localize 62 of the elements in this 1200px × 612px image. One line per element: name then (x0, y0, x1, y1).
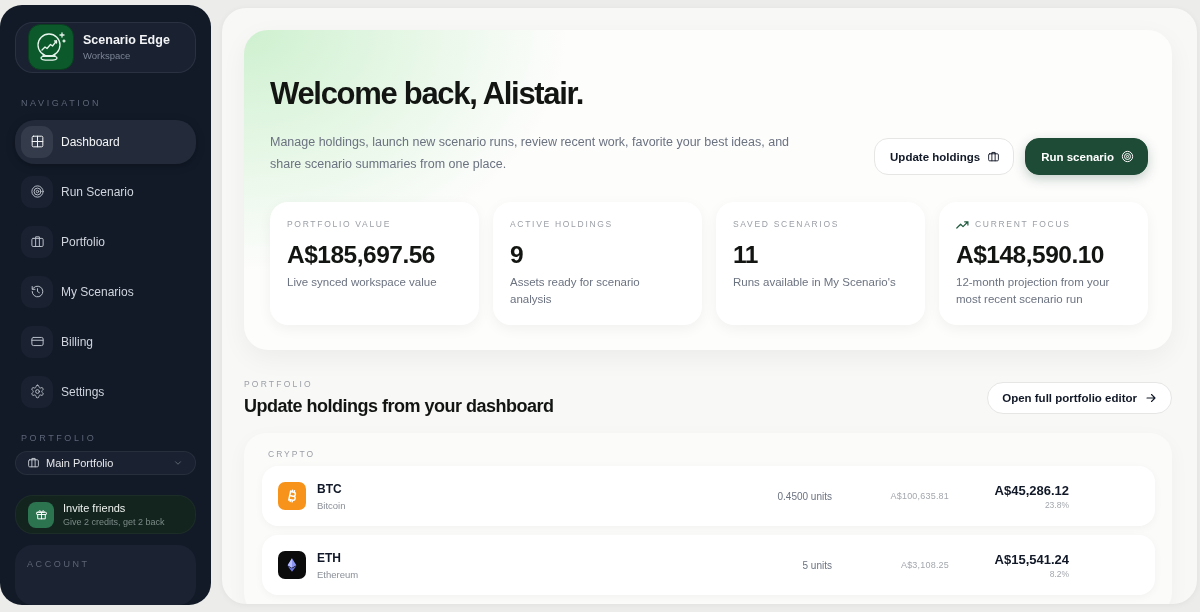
invite-subtitle: Give 2 credits, get 2 back (63, 517, 165, 527)
trending-up-icon (956, 219, 969, 229)
section-heading: NAVIGATION (20, 96, 103, 109)
portfolio-dropdown[interactable]: Main Portfolio (15, 450, 196, 475)
asset-name: Ethereum (317, 568, 360, 580)
nav-item[interactable]: Settings (15, 369, 196, 414)
holding-share: 8.2% (1049, 568, 1069, 579)
clock-icon (21, 275, 53, 308)
stat-value: A$185,697.56 (287, 241, 436, 269)
card-icon (21, 325, 53, 358)
stat-label: PORTFOLIO VALUE (287, 218, 392, 230)
asset-units: 5 units (801, 559, 832, 571)
stat-label: SAVED SCENARIOS (733, 218, 840, 230)
open-editor-button[interactable]: Open full portfolio editor (987, 382, 1172, 414)
section-heading: PORTFOLIO (20, 431, 98, 444)
stat-label: CURRENT FOCUS (975, 218, 1071, 230)
briefcase-icon (27, 456, 40, 470)
asset-price: A$100,635.81 (889, 491, 949, 501)
stat-note: Runs available in My Scenario's (733, 275, 897, 290)
update-holdings-button[interactable]: Update holdings (874, 138, 1015, 175)
stat-value: 11 (733, 241, 759, 269)
nav-item[interactable]: Billing (15, 319, 196, 364)
holding-row[interactable]: BTC Bitcoin 0.4500 units A$100,635.81 A$45,286.12 23.8% (262, 466, 1155, 526)
brand-card[interactable]: Scenario Edge Workspace (15, 22, 196, 73)
group-label: CRYPTO (267, 448, 317, 460)
asset-symbol: ETH (317, 550, 342, 565)
arrow-right-icon (1145, 392, 1157, 404)
stat-note: Live synced workspace value (287, 275, 438, 290)
holding-row[interactable]: ETH Ethereum 5 units A$3,108.25 A$15,541.24 8.2% (262, 535, 1155, 595)
invite-title: Invite friends (63, 502, 127, 514)
target-icon (21, 175, 53, 208)
stat-note: Assets ready for scenario analysis (510, 275, 641, 307)
nav-item[interactable]: My Scenarios (15, 269, 196, 314)
asset-symbol: BTC (317, 481, 343, 496)
run-scenario-button[interactable]: Run scenario (1025, 138, 1148, 175)
asset-name: Bitcoin (317, 499, 347, 511)
hero-description: Manage holdings, launch new scenario runs, review recent work, favorite your best ideas, and share scenario summaries from one place. (270, 134, 791, 173)
grid-icon (21, 125, 53, 158)
stat-value: A$148,590.10 (956, 241, 1105, 269)
nav-item[interactable]: Portfolio (15, 219, 196, 264)
holding-value: A$45,286.12 (994, 482, 1069, 498)
welcome-heading: Welcome back, Alistair. (270, 77, 584, 111)
nav-item[interactable]: Dashboard (15, 119, 196, 164)
invite-card[interactable]: Invite friends Give 2 credits, get 2 back (15, 495, 196, 534)
stat-note: 12-month projection from your most recent scenario run (956, 275, 1111, 307)
asset-units: 0.4500 units (776, 490, 832, 502)
section-heading: Update holdings from your dashboard (244, 395, 554, 418)
section-heading: ACCOUNT (26, 558, 90, 570)
briefcase-icon (21, 225, 53, 258)
gift-icon (28, 501, 54, 528)
nav-item[interactable]: Run Scenario (15, 169, 196, 214)
gear-icon (21, 375, 53, 408)
holding-value: A$15,541.24 (994, 551, 1069, 567)
section-label: PORTFOLIO (244, 378, 314, 390)
stat-value: 9 (510, 241, 525, 269)
brand-name: Scenario Edge (83, 33, 170, 48)
stat-label: ACTIVE HOLDINGS (510, 218, 613, 230)
asset-price: A$3,108.25 (899, 560, 949, 570)
brand-subtitle: Workspace (83, 50, 132, 62)
holding-share: 23.8% (1044, 499, 1069, 510)
briefcase-icon (987, 150, 1001, 163)
target-icon (1121, 150, 1134, 163)
